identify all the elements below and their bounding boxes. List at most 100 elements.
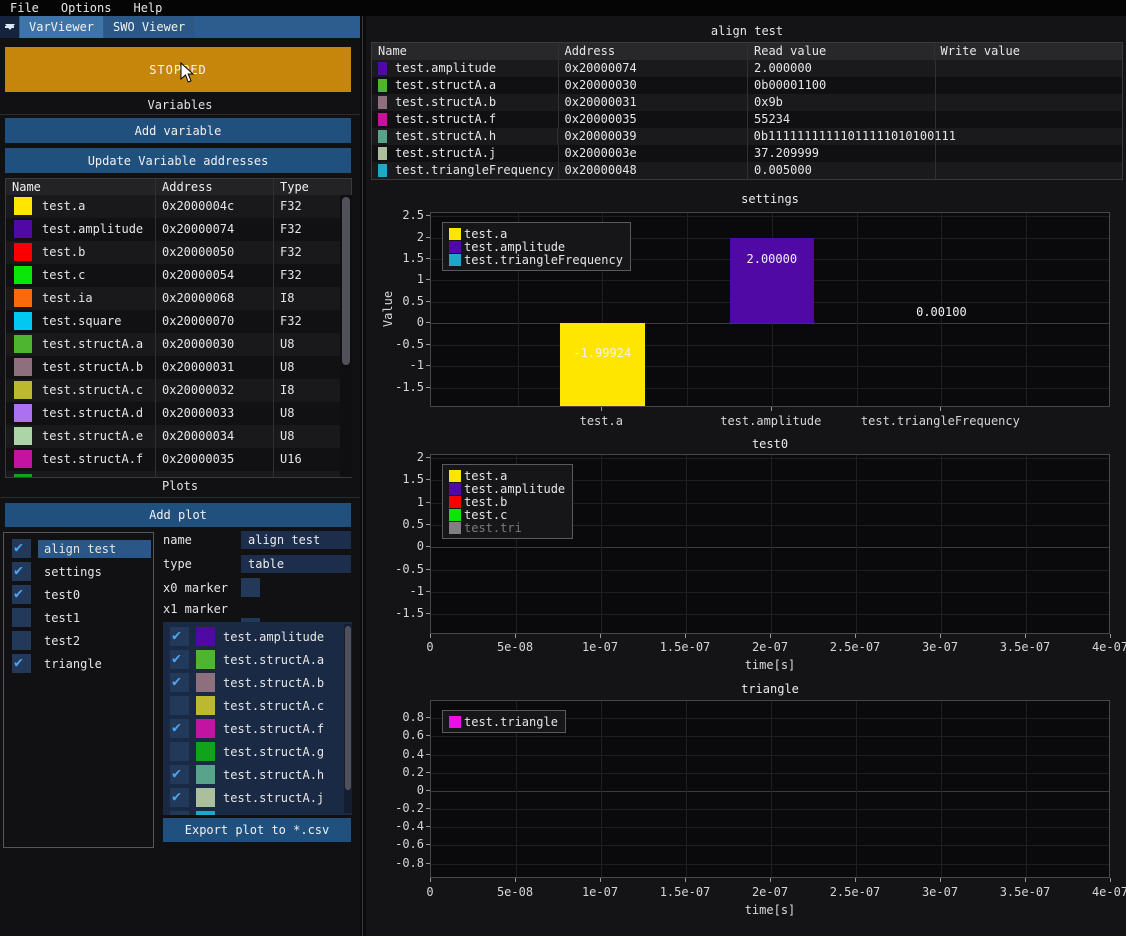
plot-name-input[interactable]: align test bbox=[241, 531, 351, 549]
column-header[interactable]: Address bbox=[156, 179, 274, 195]
write-value-cell[interactable] bbox=[935, 77, 1123, 94]
legend-item[interactable]: test.c bbox=[449, 508, 565, 521]
x0-marker-checkbox[interactable] bbox=[241, 578, 260, 597]
series-row[interactable]: test.structA.a bbox=[163, 648, 343, 671]
color-swatch[interactable] bbox=[14, 243, 32, 261]
plot-visible-checkbox[interactable] bbox=[12, 654, 31, 673]
menu-item-help[interactable]: Help bbox=[133, 1, 162, 15]
series-row[interactable] bbox=[163, 809, 343, 815]
read-value-cell[interactable]: 0x9b bbox=[748, 94, 935, 111]
series-visible-checkbox[interactable] bbox=[170, 673, 189, 692]
series-visible-checkbox[interactable] bbox=[170, 696, 189, 715]
series-visible-checkbox[interactable] bbox=[170, 650, 189, 669]
color-swatch[interactable] bbox=[14, 289, 32, 307]
plot-name[interactable]: test1 bbox=[38, 609, 151, 627]
read-value-cell[interactable]: 37.209999 bbox=[748, 145, 935, 162]
plot-visible-checkbox[interactable] bbox=[12, 631, 31, 650]
variables-scrollbar[interactable] bbox=[340, 195, 352, 477]
column-header[interactable]: Name bbox=[6, 179, 156, 195]
color-swatch[interactable] bbox=[14, 220, 32, 238]
color-swatch[interactable] bbox=[14, 450, 32, 468]
legend-item[interactable]: test.triangleFrequency bbox=[449, 253, 623, 266]
color-swatch[interactable] bbox=[196, 788, 215, 807]
series-row[interactable]: test.structA.j bbox=[163, 786, 343, 809]
table-row[interactable]: test.structA.f0x2000003555234 bbox=[372, 111, 1122, 128]
read-value-cell[interactable]: 0.005000 bbox=[748, 162, 935, 179]
series-visible-checkbox[interactable] bbox=[170, 627, 189, 646]
color-swatch[interactable] bbox=[196, 627, 215, 646]
table-row[interactable]: test.structA.c0x20000032I8 bbox=[6, 379, 351, 402]
series-visible-checkbox[interactable] bbox=[170, 788, 189, 807]
table-row[interactable]: test.structA.e0x20000034U8 bbox=[6, 425, 351, 448]
read-value-cell[interactable]: 0b11111111111011111010100111 bbox=[748, 128, 935, 145]
color-swatch[interactable] bbox=[196, 811, 215, 815]
read-value-cell[interactable]: 0b00001100 bbox=[748, 77, 935, 94]
table-row[interactable]: test.ia0x20000068I8 bbox=[6, 287, 351, 310]
plot-name[interactable]: triangle bbox=[38, 655, 151, 673]
legend-item[interactable]: test.amplitude bbox=[449, 240, 623, 253]
color-swatch[interactable] bbox=[14, 335, 32, 353]
legend-item[interactable]: test.a bbox=[449, 469, 565, 482]
table-row[interactable]: test.structA.h0x200000390b11111111111011… bbox=[372, 128, 1122, 145]
plot-area-settings[interactable]: -1.999242.000000.00100test.atest.amplitu… bbox=[430, 212, 1110, 407]
color-swatch[interactable] bbox=[14, 358, 32, 376]
color-swatch[interactable] bbox=[14, 197, 32, 215]
menu-item-options[interactable]: Options bbox=[61, 1, 112, 15]
plot-row[interactable]: test0 bbox=[4, 583, 153, 606]
color-swatch[interactable] bbox=[196, 719, 215, 738]
read-value-cell[interactable]: 2.000000 bbox=[748, 60, 935, 77]
color-swatch[interactable] bbox=[196, 696, 215, 715]
plot-row[interactable]: test1 bbox=[4, 606, 153, 629]
write-value-cell[interactable] bbox=[935, 111, 1123, 128]
series-row[interactable]: test.amplitude bbox=[163, 625, 343, 648]
collapse-arrow-icon[interactable] bbox=[0, 16, 19, 38]
color-swatch[interactable] bbox=[196, 650, 215, 669]
color-swatch[interactable] bbox=[196, 765, 215, 784]
legend-item[interactable]: test.triangle bbox=[449, 715, 558, 728]
color-swatch[interactable] bbox=[14, 266, 32, 284]
plot-name[interactable]: settings bbox=[38, 563, 151, 581]
series-visible-checkbox[interactable] bbox=[170, 765, 189, 784]
plot-area-test0[interactable]: test.atest.amplitudetest.btest.ctest.tri bbox=[430, 454, 1110, 634]
color-swatch[interactable] bbox=[196, 742, 215, 761]
plot-row[interactable]: settings bbox=[4, 560, 153, 583]
menu-item-file[interactable]: File bbox=[10, 1, 39, 15]
table-row[interactable]: test.square0x20000070F32 bbox=[6, 310, 351, 333]
export-csv-button[interactable]: Export plot to *.csv bbox=[163, 818, 351, 842]
table-row[interactable]: test.structA.d0x20000033U8 bbox=[6, 402, 351, 425]
series-scrollbar[interactable] bbox=[344, 624, 352, 813]
color-swatch[interactable] bbox=[14, 427, 32, 445]
table-row[interactable] bbox=[6, 471, 351, 478]
plot-row[interactable]: triangle bbox=[4, 652, 153, 675]
plot-visible-checkbox[interactable] bbox=[12, 562, 31, 581]
plot-row[interactable]: align test bbox=[4, 537, 153, 560]
plot-area-triangle[interactable]: test.triangle bbox=[430, 700, 1110, 878]
plot-row[interactable]: test2 bbox=[4, 629, 153, 652]
add-variable-button[interactable]: Add variable bbox=[5, 118, 351, 143]
update-variable-addresses-button[interactable]: Update Variable addresses bbox=[5, 148, 351, 173]
write-value-cell[interactable] bbox=[935, 60, 1123, 77]
plot-visible-checkbox[interactable] bbox=[12, 539, 31, 558]
color-swatch[interactable] bbox=[14, 404, 32, 422]
plot-name[interactable]: align test bbox=[38, 540, 151, 558]
table-row[interactable]: test.amplitude0x20000074F32 bbox=[6, 218, 351, 241]
table-row[interactable]: test.structA.a0x200000300b00001100 bbox=[372, 77, 1122, 94]
table-row[interactable]: test.structA.a0x20000030U8 bbox=[6, 333, 351, 356]
read-value-cell[interactable]: 55234 bbox=[748, 111, 935, 128]
series-visible-checkbox[interactable] bbox=[170, 742, 189, 761]
write-value-cell[interactable] bbox=[935, 145, 1123, 162]
series-row[interactable]: test.structA.c bbox=[163, 694, 343, 717]
tab-swo-viewer[interactable]: SWO Viewer bbox=[104, 16, 194, 38]
table-row[interactable]: test.triangleFrequency0x200000480.005000 bbox=[372, 162, 1122, 179]
legend-item[interactable]: test.b bbox=[449, 495, 565, 508]
color-swatch[interactable] bbox=[14, 474, 32, 478]
acquisition-state-button[interactable]: STOPPED bbox=[5, 47, 351, 92]
table-row[interactable]: test.c0x20000054F32 bbox=[6, 264, 351, 287]
tab-varviewer[interactable]: VarViewer bbox=[20, 16, 103, 38]
write-value-cell[interactable] bbox=[935, 94, 1123, 111]
table-row[interactable]: test.structA.b0x20000031U8 bbox=[6, 356, 351, 379]
legend-item[interactable]: test.tri bbox=[449, 521, 565, 534]
write-value-cell[interactable] bbox=[935, 162, 1123, 179]
scrollbar-thumb[interactable] bbox=[342, 197, 350, 365]
legend-item[interactable]: test.amplitude bbox=[449, 482, 565, 495]
